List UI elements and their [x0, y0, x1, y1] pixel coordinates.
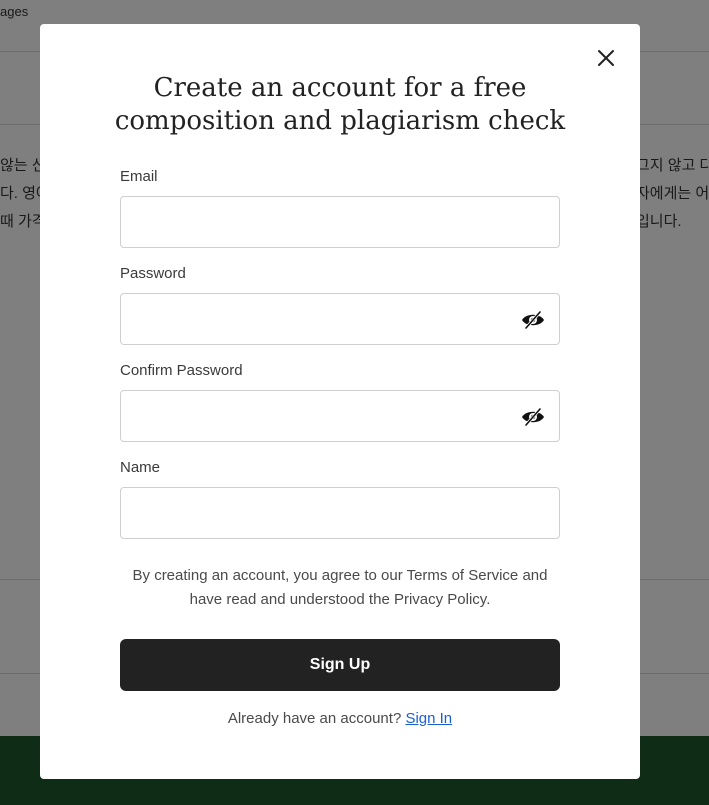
terms-line: By creating an account, you agree to our…: [132, 567, 548, 584]
confirm-password-field[interactable]: [121, 391, 529, 441]
modal-title: Create an account for a free composition…: [100, 72, 580, 138]
modal-title-line: composition and plagiarism check: [114, 106, 566, 136]
sign-in-row: Already have an account? Sign In: [120, 710, 560, 727]
sign-up-button[interactable]: Sign Up: [120, 639, 560, 691]
email-field-wrapper: [120, 196, 560, 248]
email-field[interactable]: [121, 197, 529, 247]
terms-text: By creating an account, you agree to our…: [120, 564, 560, 612]
close-icon[interactable]: [594, 46, 618, 70]
modal-title-line: Create an account for a free: [153, 73, 527, 103]
password-label: Password: [120, 265, 186, 282]
name-field-wrapper: [120, 487, 560, 539]
name-label: Name: [120, 459, 161, 476]
email-label: Email: [120, 168, 158, 185]
sign-in-link[interactable]: Sign In: [405, 710, 452, 727]
sign-in-prompt: Already have an account?: [227, 710, 402, 727]
confirm-password-label: Confirm Password: [120, 362, 243, 379]
password-field-wrapper: [120, 293, 560, 345]
signup-modal: Create an account for a free composition…: [40, 24, 640, 779]
terms-line: have read and understood the Privacy Pol…: [189, 591, 491, 608]
name-field[interactable]: [121, 488, 529, 538]
eye-slash-icon[interactable]: [521, 407, 545, 427]
confirm-password-field-wrapper: [120, 390, 560, 442]
password-field[interactable]: [121, 294, 529, 344]
eye-slash-icon[interactable]: [521, 310, 545, 330]
